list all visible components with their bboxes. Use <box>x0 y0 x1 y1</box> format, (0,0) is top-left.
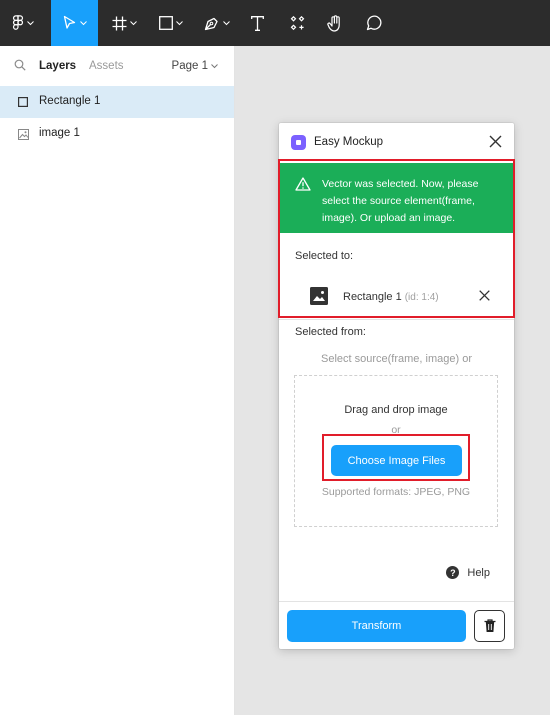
chevron-down-icon <box>176 20 183 25</box>
components-icon <box>290 15 304 30</box>
hand-icon <box>327 14 340 32</box>
layer-label: image 1 <box>39 127 80 139</box>
plugin-title: Easy Mockup <box>314 136 384 148</box>
text-tool-button[interactable] <box>244 0 270 46</box>
easy-mockup-plugin-window: Easy Mockup Vector was selected. Now, pl… <box>279 123 514 649</box>
frame-hash-icon <box>112 16 126 30</box>
transform-button[interactable]: Transform <box>287 610 466 642</box>
alert-message: Vector was selected. Now, please select … <box>322 178 479 224</box>
choose-image-files-button[interactable]: Choose Image Files <box>331 445 462 476</box>
dropzone-text: Drag and drop image <box>344 404 448 416</box>
dropzone-or: or <box>391 424 401 436</box>
help-label: Help <box>467 566 490 579</box>
layer-label: Rectangle 1 <box>39 95 101 107</box>
shape-tool-button[interactable] <box>152 0 190 46</box>
chevron-down-icon <box>129 20 137 25</box>
comment-icon <box>366 15 382 31</box>
plugin-logo-icon <box>291 135 306 150</box>
comment-tool-button[interactable] <box>361 0 387 46</box>
remove-selection-icon[interactable] <box>479 290 490 301</box>
alert-banner: Vector was selected. Now, please select … <box>279 163 514 233</box>
divider <box>279 319 514 320</box>
pen-tool-button[interactable] <box>198 0 236 46</box>
tab-layers[interactable]: Layers <box>39 60 76 72</box>
warning-icon <box>295 177 311 191</box>
close-icon[interactable] <box>489 135 502 148</box>
selected-to-item-id: (id: 1:4) <box>404 292 439 303</box>
help-icon: ? <box>446 566 460 579</box>
divider <box>279 601 514 602</box>
rectangle-icon <box>18 97 28 107</box>
panel-tabs: Layers Assets Page 1 <box>0 46 234 86</box>
rectangle-icon <box>159 16 173 30</box>
text-icon <box>250 15 264 31</box>
selected-to-label: Selected to: <box>295 250 354 262</box>
layer-item-image-1[interactable]: image 1 <box>0 118 234 150</box>
selected-to-item: Rectangle 1 (id: 1:4) <box>279 283 514 315</box>
page-selector-label: Page 1 <box>171 60 208 72</box>
delete-button[interactable] <box>474 610 505 642</box>
supported-formats-text: Supported formats: JPEG, PNG <box>321 486 471 498</box>
selected-to-item-name: Rectangle 1 <box>343 291 402 303</box>
trash-icon <box>484 619 495 632</box>
chevron-down-icon <box>211 63 218 68</box>
image-icon <box>18 129 29 140</box>
tab-assets[interactable]: Assets <box>89 60 124 72</box>
layer-item-rectangle-1[interactable]: Rectangle 1 <box>0 86 234 118</box>
layers-panel: Layers Assets Page 1 Rectangle 1 image 1 <box>0 46 235 715</box>
hand-tool-button[interactable] <box>322 0 348 46</box>
main-menu-button[interactable] <box>0 0 46 46</box>
frame-tool-button[interactable] <box>104 0 144 46</box>
search-icon[interactable] <box>14 59 26 71</box>
top-toolbar <box>0 0 550 46</box>
resources-tool-button[interactable] <box>284 0 310 46</box>
chevron-down-icon <box>223 20 230 25</box>
help-link[interactable]: ? Help <box>446 566 490 579</box>
page-selector[interactable]: Page 1 <box>172 60 218 72</box>
chevron-down-icon <box>27 20 34 25</box>
image-icon <box>310 287 328 305</box>
move-cursor-icon <box>63 15 75 29</box>
pen-icon <box>204 17 218 31</box>
chevron-down-icon <box>79 20 87 25</box>
figma-logo-icon <box>12 15 24 30</box>
selected-from-label: Selected from: <box>295 326 366 338</box>
plugin-header: Easy Mockup <box>279 123 514 161</box>
move-tool-button[interactable] <box>51 0 98 46</box>
image-dropzone[interactable]: Drag and drop image or Choose Image File… <box>294 375 498 527</box>
selected-from-hint: Select source(frame, image) or <box>321 353 472 365</box>
selected-to-name: Rectangle 1 (id: 1:4) <box>343 291 439 303</box>
